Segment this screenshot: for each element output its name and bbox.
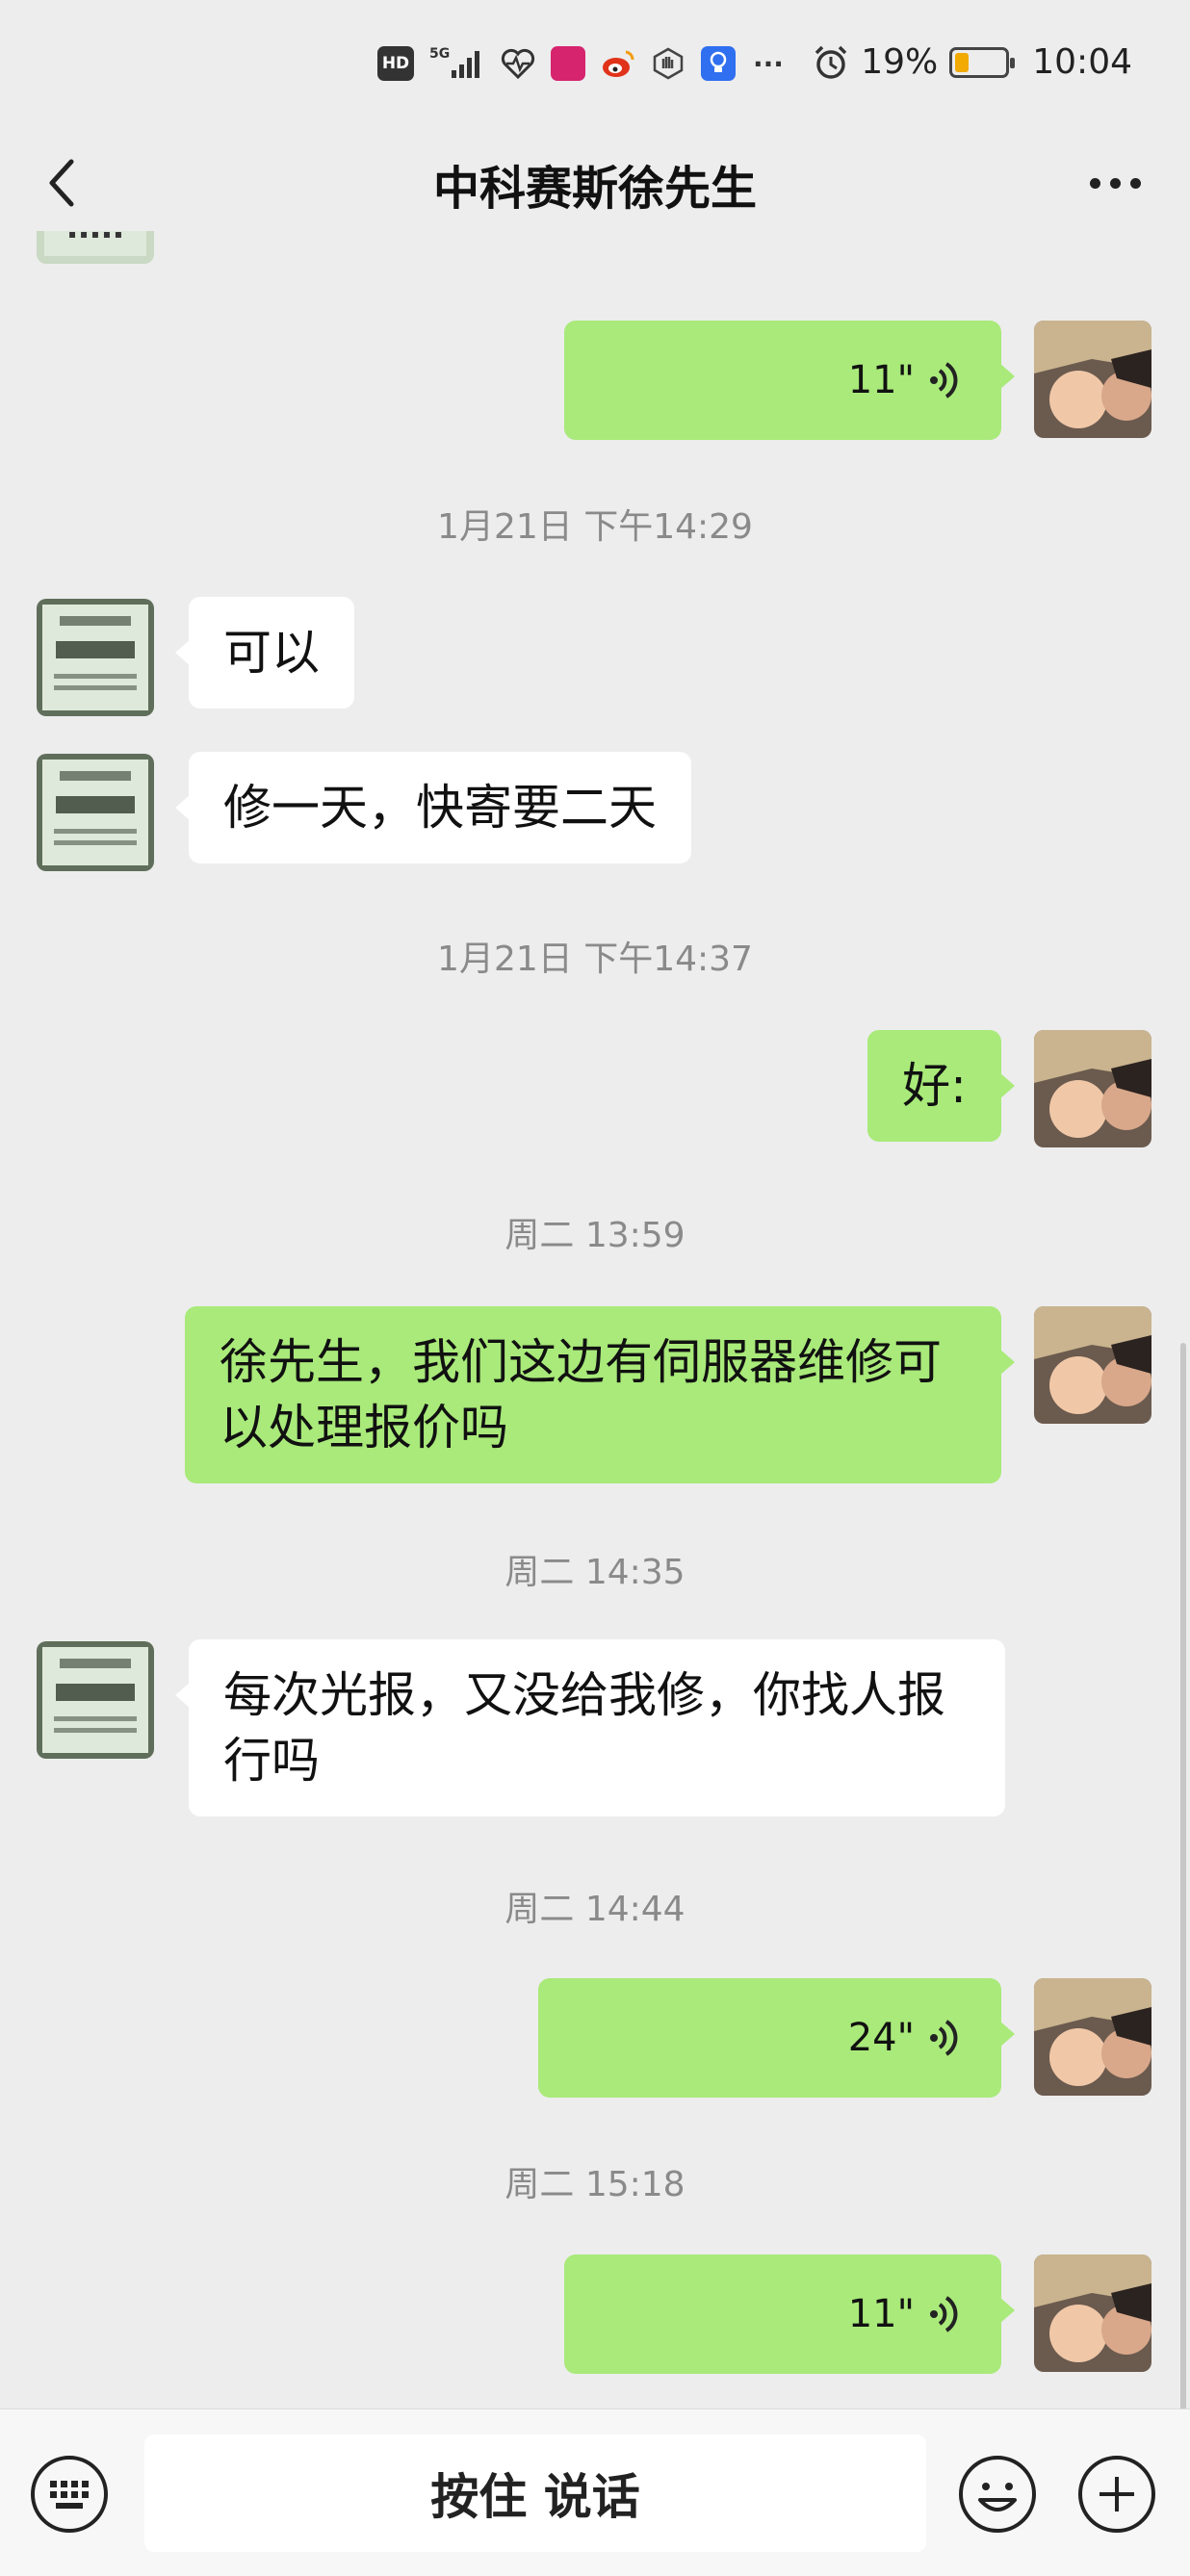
timestamp: 周二 15:18 xyxy=(504,2165,686,2204)
message-bubble[interactable]: 修一天，快寄要二天 xyxy=(175,752,691,863)
message-list[interactable]: ▪ ▪ ▪ ▪ ▪ 11" 1月21日 下午14:29 可以 修一天，快寄要二天… xyxy=(0,231,1190,2409)
message-text: 修一天，快寄要二天 xyxy=(223,780,657,836)
voice-duration: 11" xyxy=(847,358,915,402)
contact-avatar[interactable] xyxy=(37,1641,154,1759)
network-type-label: 5G xyxy=(429,46,451,62)
svg-text:▪ ▪ ▪ ▪ ▪: ▪ ▪ ▪ ▪ ▪ xyxy=(68,231,122,241)
timestamp: 周二 14:44 xyxy=(504,1890,686,1929)
message-bubble[interactable]: 可以 xyxy=(175,597,354,708)
message-text: 徐先生，我们这边有伺服器维修可以处理报价吗 xyxy=(220,1334,942,1455)
chat-header: 中科赛斯徐先生 xyxy=(0,135,1190,231)
hd-icon: HD xyxy=(377,46,414,81)
health-icon xyxy=(501,46,535,81)
status-system-area: 19% 10:04 xyxy=(813,42,1132,82)
self-avatar[interactable] xyxy=(1034,1306,1151,1424)
keyboard-toggle-button[interactable] xyxy=(29,2454,110,2535)
hand-icon xyxy=(651,46,686,81)
contact-avatar[interactable]: ▪ ▪ ▪ ▪ ▪ xyxy=(37,231,154,264)
more-functions-button[interactable] xyxy=(1076,2454,1157,2535)
more-options-button[interactable] xyxy=(1076,152,1153,214)
message-bubble[interactable]: 每次光报，又没给我修，你找人报行吗 xyxy=(175,1639,1005,1816)
signal-icon: 5G xyxy=(429,46,485,81)
plus-icon xyxy=(1078,2456,1155,2533)
voice-duration: 24" xyxy=(847,2016,915,2060)
more-dots-icon xyxy=(1089,177,1100,189)
light-bulb-icon xyxy=(701,46,736,81)
timestamp: 1月21日 下午14:37 xyxy=(437,940,753,979)
keyboard-icon xyxy=(31,2456,108,2533)
voice-message-bubble[interactable]: 11" xyxy=(564,2254,1015,2374)
battery-percent: 19% xyxy=(861,42,939,82)
battery-level-fill xyxy=(955,52,970,72)
status-bar: HD 5G ··· 19% 10:04 xyxy=(0,0,1190,135)
status-time: 10:04 xyxy=(1032,42,1132,82)
status-notification-icons: HD 5G ··· xyxy=(377,46,786,81)
self-avatar[interactable] xyxy=(1034,1030,1151,1147)
voice-wave-icon xyxy=(930,2020,958,2056)
message-text: 可以 xyxy=(223,625,320,681)
timestamp: 周二 13:59 xyxy=(504,1216,686,1255)
self-avatar[interactable] xyxy=(1034,2254,1151,2372)
message-bubble[interactable]: 好: xyxy=(867,1030,1015,1142)
hold-to-talk-button[interactable]: 按住 说话 xyxy=(144,2434,926,2552)
chat-title: 中科赛斯徐先生 xyxy=(432,162,757,216)
message-text: 好: xyxy=(902,1058,967,1114)
emoji-button[interactable] xyxy=(957,2454,1038,2535)
contact-avatar[interactable] xyxy=(37,754,154,871)
timestamp: 1月21日 下午14:29 xyxy=(437,507,753,547)
emoji-icon xyxy=(959,2456,1036,2533)
battery-icon xyxy=(949,46,1016,78)
message-text: 每次光报，又没给我修，你找人报行吗 xyxy=(223,1667,945,1789)
alarm-icon xyxy=(815,45,847,79)
voice-duration: 11" xyxy=(847,2292,915,2336)
voice-message-bubble[interactable]: 24" xyxy=(538,1978,1015,2098)
message-bubble[interactable]: 徐先生，我们这边有伺服器维修可以处理报价吗 xyxy=(185,1306,1015,1483)
input-bar: 按住 说话 xyxy=(0,2409,1190,2576)
weibo-icon xyxy=(601,46,635,81)
voice-message-bubble[interactable]: 11" xyxy=(564,321,1015,440)
self-avatar[interactable] xyxy=(1034,1978,1151,2096)
scrollbar[interactable] xyxy=(1180,1343,1186,2411)
voice-wave-icon xyxy=(930,2296,958,2332)
self-avatar[interactable] xyxy=(1034,321,1151,438)
voice-wave-icon xyxy=(930,362,958,399)
timestamp: 周二 14:35 xyxy=(504,1553,686,1592)
contact-avatar[interactable] xyxy=(37,599,154,716)
app-badge-icon xyxy=(551,46,585,81)
more-notifications-icon: ··· xyxy=(753,47,784,80)
